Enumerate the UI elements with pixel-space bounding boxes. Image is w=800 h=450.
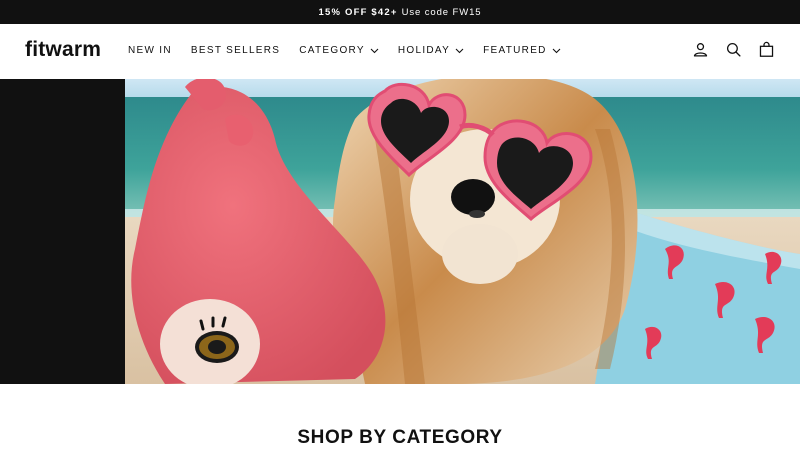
search-icon[interactable] (725, 41, 742, 58)
announcement-highlight: 15% OFF $42+ (318, 6, 398, 18)
hero-image[interactable] (125, 79, 800, 384)
main-navigation: NEW IN BEST SELLERS CATEGORY HOLIDAY FEA… (128, 45, 580, 56)
nav-item-new-in[interactable]: NEW IN (128, 45, 172, 56)
site-header: fitwarm NEW IN BEST SELLERS CATEGORY HOL… (0, 24, 800, 79)
nav-item-holiday[interactable]: HOLIDAY (398, 45, 464, 56)
announcement-bar: 15% OFF $42+ Use code FW15 (0, 0, 800, 24)
hero-dark-panel (0, 79, 125, 384)
chevron-down-icon (552, 48, 561, 54)
header-icons (692, 41, 775, 58)
nav-item-category[interactable]: CATEGORY (299, 45, 379, 56)
announcement-text: Use code FW15 (401, 6, 482, 18)
chevron-down-icon (455, 48, 464, 54)
nav-label: FEATURED (483, 45, 547, 56)
nav-item-featured[interactable]: FEATURED (483, 45, 561, 56)
chevron-down-icon (370, 48, 379, 54)
nav-label: HOLIDAY (397, 45, 451, 56)
nav-label: BEST SELLERS (190, 45, 281, 56)
shop-by-category-heading: SHOP BY CATEGORY (297, 427, 503, 448)
nav-item-best-sellers[interactable]: BEST SELLERS (191, 45, 280, 56)
brand-logo[interactable]: fitwarm (25, 38, 101, 62)
nav-label: NEW IN (128, 45, 172, 56)
account-icon[interactable] (692, 41, 709, 58)
nav-label: CATEGORY (299, 45, 365, 56)
cart-bag-icon[interactable] (758, 41, 775, 58)
hero-banner[interactable] (0, 79, 800, 384)
